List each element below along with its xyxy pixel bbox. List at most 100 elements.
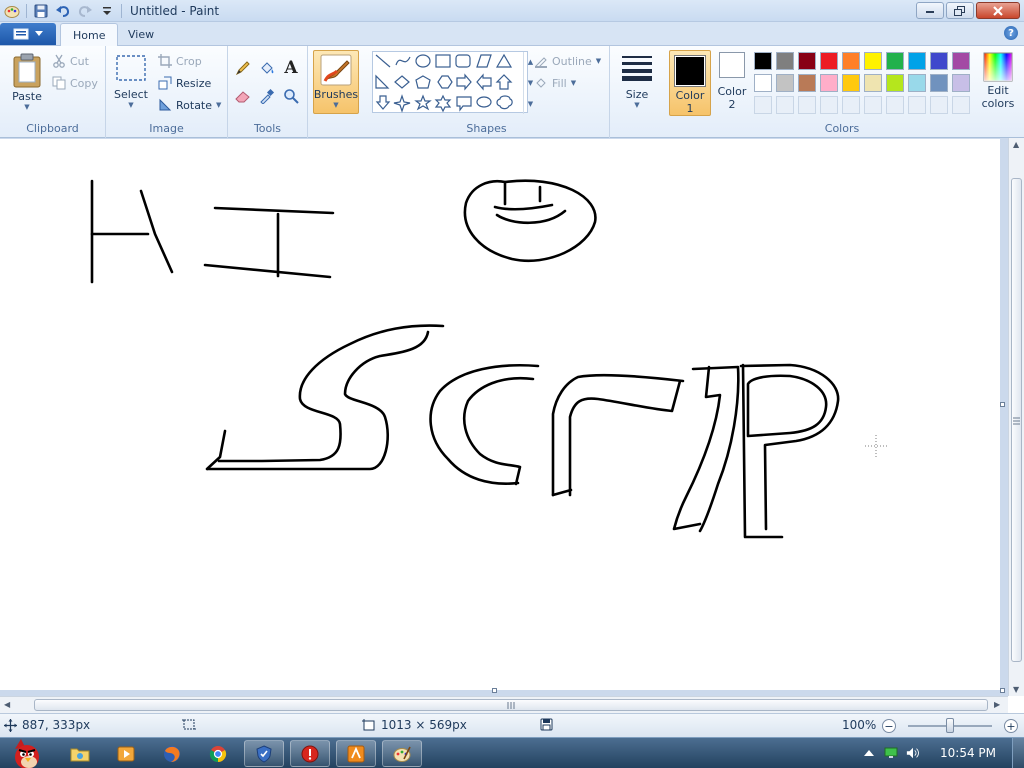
minimize-button[interactable] (916, 2, 944, 19)
volume-icon[interactable] (906, 746, 920, 760)
color-picker-tool[interactable] (256, 86, 278, 106)
custom-color-slot[interactable] (952, 96, 970, 114)
pencil-tool[interactable] (232, 58, 254, 78)
start-button[interactable] (6, 738, 48, 768)
color-swatch[interactable] (820, 74, 838, 92)
size-button[interactable]: Size ▼ (618, 54, 656, 109)
color-swatch[interactable] (798, 52, 816, 70)
customize-qat-icon[interactable] (99, 3, 115, 19)
color-swatch[interactable] (754, 74, 772, 92)
fill-button[interactable]: Fill ▼ (534, 74, 576, 92)
color-swatch[interactable] (776, 52, 794, 70)
color-swatch[interactable] (930, 74, 948, 92)
horizontal-scroll-thumb[interactable] (34, 699, 988, 711)
color-swatch[interactable] (754, 52, 772, 70)
tab-home[interactable]: Home (60, 23, 119, 46)
color-swatch[interactable] (952, 52, 970, 70)
custom-color-slot[interactable] (908, 96, 926, 114)
scroll-right-icon[interactable]: ▶ (994, 700, 1000, 709)
taskbar-app-orange[interactable] (336, 740, 376, 767)
custom-color-slot[interactable] (754, 96, 772, 114)
help-icon[interactable]: ? (1004, 26, 1018, 40)
paste-button[interactable]: Paste ▼ (8, 52, 46, 111)
custom-color-slot[interactable] (820, 96, 838, 114)
text-a-icon: A (284, 58, 298, 78)
redo-icon[interactable] (77, 3, 93, 19)
chevron-up-icon[interactable]: ▲ (528, 58, 533, 66)
copy-button[interactable]: Copy (52, 74, 98, 92)
undo-icon[interactable] (55, 3, 71, 19)
stroke-smiley-outline (463, 179, 597, 263)
taskbar-explorer[interactable] (60, 740, 100, 767)
taskbar-clock[interactable]: 10:54 PM (940, 746, 996, 760)
custom-color-slot[interactable] (842, 96, 860, 114)
color-swatch[interactable] (930, 52, 948, 70)
custom-color-slot[interactable] (886, 96, 904, 114)
color-swatch[interactable] (886, 74, 904, 92)
text-tool[interactable]: A (280, 58, 302, 78)
eraser-tool[interactable] (232, 86, 254, 106)
cut-button[interactable]: Cut (52, 52, 89, 70)
taskbar-media-player[interactable] (106, 740, 146, 767)
custom-color-slot[interactable] (864, 96, 882, 114)
tray-expand-icon[interactable] (862, 746, 876, 760)
color-swatch[interactable] (842, 52, 860, 70)
custom-color-slot[interactable] (798, 96, 816, 114)
color-swatch[interactable] (864, 74, 882, 92)
color-swatch[interactable] (908, 74, 926, 92)
oval-callout-shape-icon (476, 96, 492, 108)
zoom-out-button[interactable]: − (882, 719, 896, 733)
fill-tool[interactable] (256, 58, 278, 78)
horizontal-scrollbar[interactable]: ◀ ▶ (0, 696, 1008, 713)
color-swatch[interactable] (886, 52, 904, 70)
cloud-callout-shape-icon (496, 95, 513, 110)
more-icon[interactable]: ▼ (528, 100, 533, 108)
color-swatch[interactable] (908, 52, 926, 70)
resize-handle-bottom[interactable] (492, 688, 497, 693)
rotate-button[interactable]: Rotate ▼ (158, 96, 221, 114)
resize-button[interactable]: Resize (158, 74, 211, 92)
vertical-scrollbar[interactable]: ▲ ▼ (1008, 138, 1024, 696)
color-swatch[interactable] (820, 52, 838, 70)
drawing-canvas[interactable] (0, 139, 1000, 690)
paint-menu-button[interactable] (0, 23, 56, 45)
paint-app-icon[interactable] (4, 3, 20, 19)
custom-color-slot[interactable] (930, 96, 948, 114)
resize-handle-corner[interactable] (1000, 688, 1005, 693)
outline-button[interactable]: Outline ▼ (534, 52, 601, 70)
resize-handle-right[interactable] (1000, 402, 1005, 407)
scroll-up-icon[interactable]: ▲ (1013, 140, 1019, 149)
custom-color-slot[interactable] (776, 96, 794, 114)
show-desktop-button[interactable] (1012, 738, 1024, 768)
maximize-button[interactable] (946, 2, 974, 19)
vertical-scroll-thumb[interactable] (1011, 178, 1022, 662)
right-triangle-shape-icon (375, 74, 390, 89)
color-swatch[interactable] (798, 74, 816, 92)
taskbar-chrome[interactable] (198, 740, 238, 767)
zoom-in-button[interactable]: + (1004, 719, 1018, 733)
taskbar-recorder[interactable] (290, 740, 330, 767)
color-swatch[interactable] (776, 74, 794, 92)
color-swatch[interactable] (864, 52, 882, 70)
taskbar-shield-app[interactable] (244, 740, 284, 767)
crop-button[interactable]: Crop (158, 52, 202, 70)
color-swatch[interactable] (842, 74, 860, 92)
color2-button[interactable]: Color 2 (712, 52, 752, 111)
taskbar-firefox[interactable] (152, 740, 192, 767)
brushes-button[interactable]: Brushes ▼ (313, 50, 359, 114)
color-swatch[interactable] (952, 74, 970, 92)
edit-colors-label-2: colors (981, 97, 1015, 110)
magnifier-tool[interactable] (280, 86, 302, 106)
edit-colors-button[interactable]: Edit colors (976, 52, 1020, 110)
tab-view[interactable]: View (116, 23, 166, 46)
zoom-slider-thumb[interactable] (946, 718, 954, 733)
scroll-down-icon[interactable]: ▼ (1013, 685, 1019, 694)
color1-button[interactable]: Color 1 (669, 50, 711, 116)
taskbar-paint[interactable] (382, 740, 422, 767)
select-button[interactable]: Select ▼ (112, 54, 150, 109)
close-button[interactable] (976, 2, 1020, 19)
save-icon[interactable] (33, 3, 49, 19)
network-icon[interactable] (884, 746, 898, 760)
scroll-left-icon[interactable]: ◀ (4, 700, 10, 709)
chevron-down-icon[interactable]: ▼ (528, 79, 533, 87)
